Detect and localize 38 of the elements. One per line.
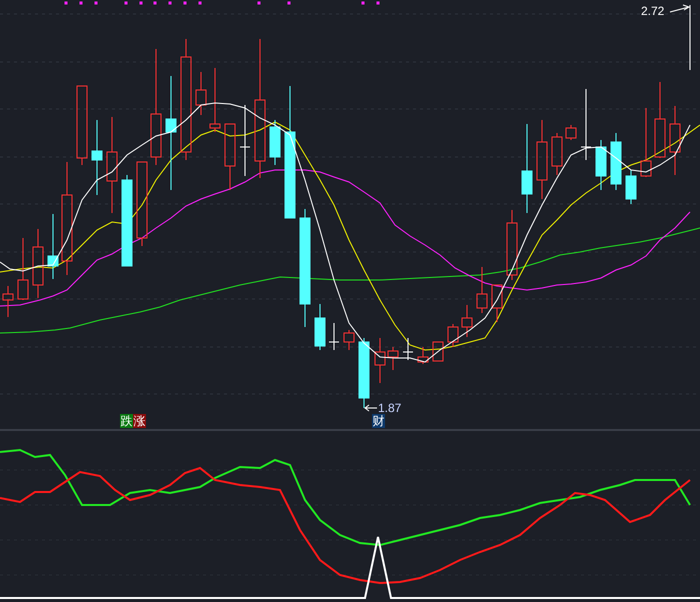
rising-candle — [374, 338, 386, 384]
rising-candle — [506, 210, 518, 280]
doji-candle — [240, 104, 250, 176]
rising-candle — [640, 108, 652, 178]
low-arrow-icon — [364, 404, 378, 412]
high-price-label: 2.72 — [641, 4, 664, 18]
low-price-label: 1.87 — [378, 401, 402, 415]
rising-candle — [344, 330, 354, 350]
rising-candle — [566, 124, 576, 140]
rising-candle — [2, 286, 14, 318]
falling-candle — [314, 304, 326, 350]
falling-candle — [610, 132, 622, 190]
event-marker: 财 — [372, 414, 385, 428]
rising-candle — [670, 106, 680, 176]
rising-candle — [552, 132, 562, 176]
rising-candle — [476, 266, 488, 314]
rising-candle — [196, 72, 206, 116]
event-marker: 涨 — [133, 414, 146, 428]
rising-candle — [492, 284, 502, 322]
rising-candle — [224, 124, 236, 190]
high-arrow-icon — [670, 4, 690, 70]
doji-candle — [328, 322, 340, 350]
falling-candle — [48, 214, 58, 280]
rising-candle — [448, 324, 458, 348]
rising-candle — [388, 346, 398, 370]
rising-candle — [418, 346, 428, 364]
doji-candle — [580, 88, 592, 160]
falling-candle — [596, 140, 606, 190]
doji-candle — [402, 338, 414, 360]
rising-candle — [18, 238, 28, 300]
rising-candle — [432, 342, 444, 362]
event-marker: 跌 — [120, 414, 133, 428]
falling-candle — [270, 120, 280, 166]
rising-candle — [32, 228, 44, 298]
rising-candle — [462, 304, 472, 338]
falling-candle — [358, 338, 370, 408]
falling-candle — [626, 170, 636, 204]
rising-candle — [210, 68, 220, 132]
